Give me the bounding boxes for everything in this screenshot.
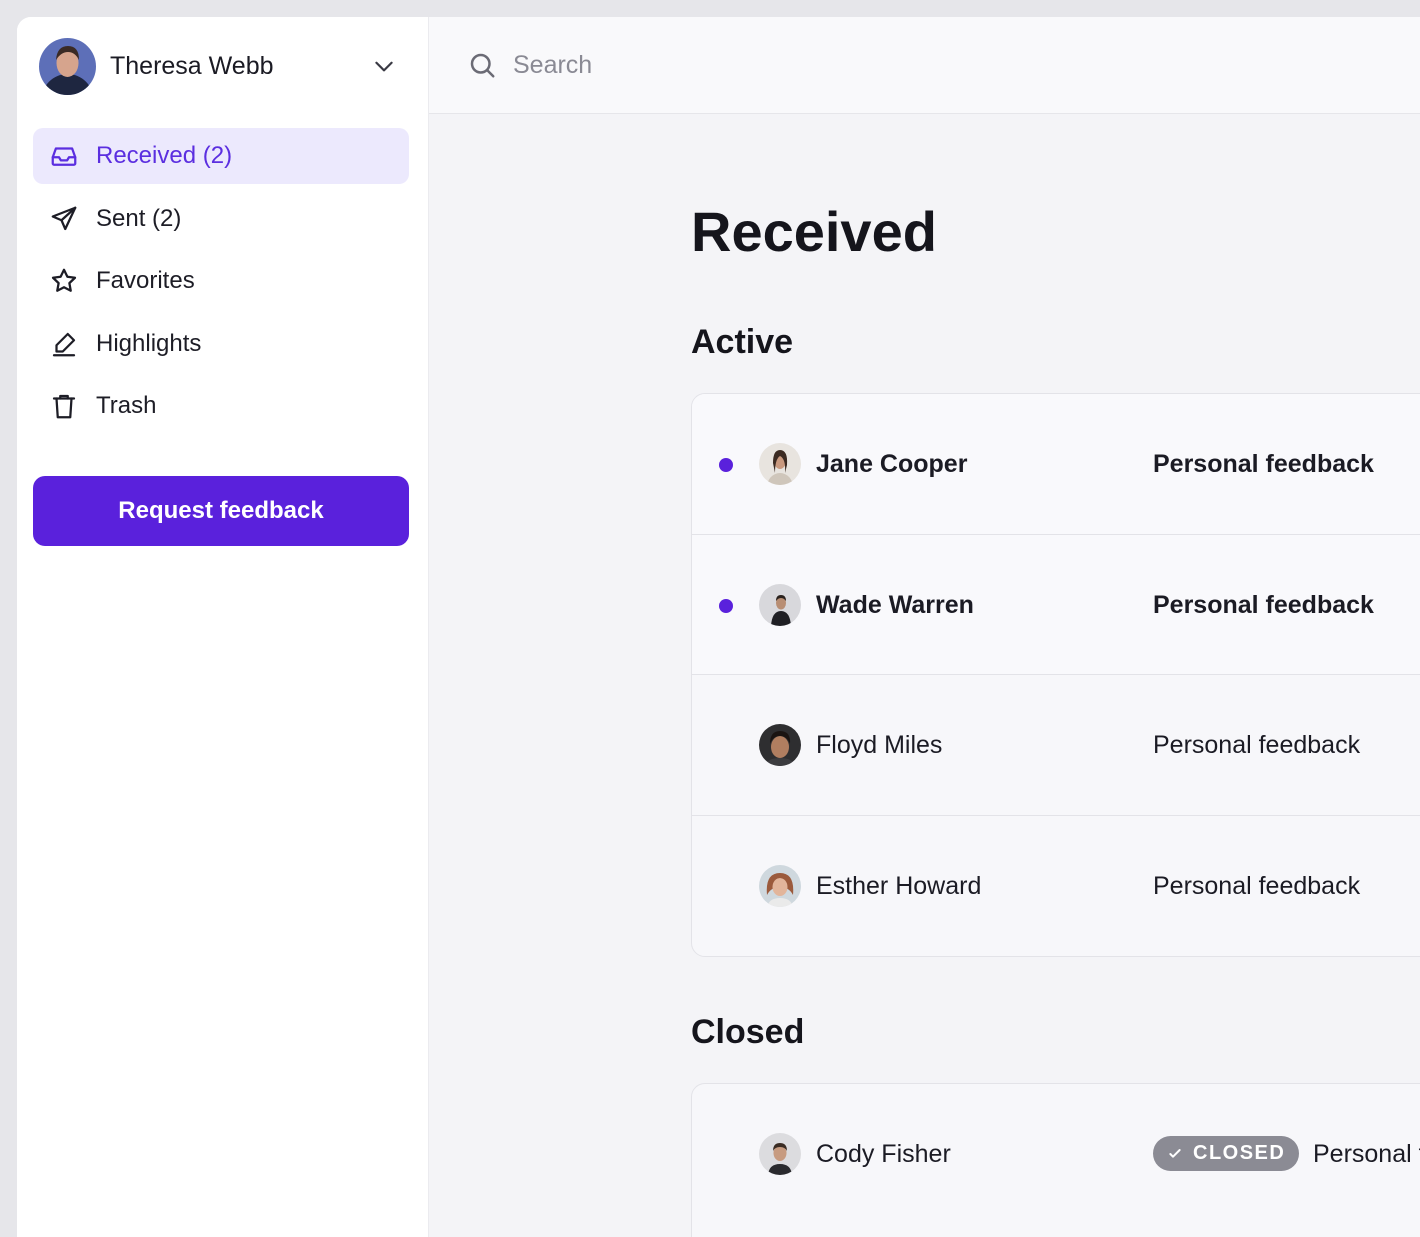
avatar — [759, 443, 801, 485]
app-window: Theresa Webb Received (2) Sent (2) Favor… — [17, 17, 1420, 1237]
section-title-active: Active — [691, 323, 794, 361]
list-item[interactable]: Esther Howard Personal feedback — [692, 816, 1420, 957]
unread-dot — [719, 458, 733, 472]
sidebar-item-favorites[interactable]: Favorites — [33, 253, 409, 309]
sidebar-item-label: Sent (2) — [96, 204, 182, 232]
sidebar-item-highlights[interactable]: Highlights — [33, 316, 409, 372]
sidebar-item-trash[interactable]: Trash — [33, 378, 409, 434]
sender-name: Floyd Miles — [816, 731, 943, 759]
status-badge: CLOSED — [1153, 1136, 1300, 1171]
sender-name: Jane Cooper — [816, 450, 968, 478]
feedback-type: Personal feedback — [1153, 731, 1361, 759]
star-icon — [51, 268, 77, 292]
feedback-type: Personal feedback — [1153, 450, 1374, 478]
chevron-down-icon[interactable] — [371, 53, 397, 79]
avatar — [759, 724, 801, 766]
sidebar-item-label: Highlights — [96, 329, 202, 357]
feedback-type: Personal feedback — [1313, 1140, 1420, 1168]
active-list: Jane Cooper Personal feedback Wade Warre… — [691, 393, 1420, 957]
closed-list: Cody Fisher CLOSED Personal feedback — [691, 1083, 1420, 1237]
account-switcher[interactable]: Theresa Webb — [39, 37, 399, 95]
highlighter-icon — [52, 332, 76, 356]
sidebar-item-label: Received (2) — [96, 142, 233, 169]
trash-icon — [52, 394, 76, 419]
sidebar-item-sent[interactable]: Sent (2) — [33, 191, 409, 247]
user-name: Theresa Webb — [110, 51, 274, 80]
list-item[interactable]: Jane Cooper Personal feedback — [692, 394, 1420, 535]
sender-name: Wade Warren — [816, 590, 974, 619]
check-icon — [1169, 1148, 1181, 1158]
search-bar — [429, 17, 1420, 114]
avatar — [39, 37, 96, 95]
status-badge-label: CLOSED — [1193, 1142, 1286, 1164]
request-feedback-button[interactable]: Request feedback — [33, 476, 409, 546]
inbox-icon — [51, 147, 77, 166]
list-item[interactable]: Floyd Miles Personal feedback — [692, 675, 1420, 816]
avatar — [759, 1133, 801, 1175]
feedback-type: Personal feedback — [1153, 871, 1361, 900]
sidebar-item-label: Favorites — [96, 267, 195, 294]
sidebar-nav: Received (2) Sent (2) Favorites Highligh… — [33, 128, 409, 441]
page-title: Received — [691, 200, 937, 263]
send-icon — [51, 206, 77, 230]
avatar — [759, 583, 801, 626]
avatar — [759, 864, 801, 907]
sidebar-item-received[interactable]: Received (2) — [33, 128, 409, 184]
unread-dot — [719, 598, 733, 613]
search-icon — [470, 53, 495, 78]
main-panel: Received Active Jane Cooper Personal — [429, 17, 1420, 1237]
list-item[interactable]: Wade Warren Personal feedback — [692, 534, 1420, 675]
sender-name: Cody Fisher — [816, 1140, 951, 1168]
search-input[interactable] — [513, 50, 913, 80]
list-item[interactable]: Cody Fisher CLOSED Personal feedback — [692, 1084, 1420, 1225]
sidebar: Theresa Webb Received (2) Sent (2) Favor… — [17, 17, 429, 1237]
feedback-type: Personal feedback — [1153, 590, 1374, 619]
sender-name: Esther Howard — [816, 871, 982, 900]
sidebar-item-label: Trash — [96, 392, 157, 419]
section-title-closed: Closed — [691, 1013, 805, 1051]
